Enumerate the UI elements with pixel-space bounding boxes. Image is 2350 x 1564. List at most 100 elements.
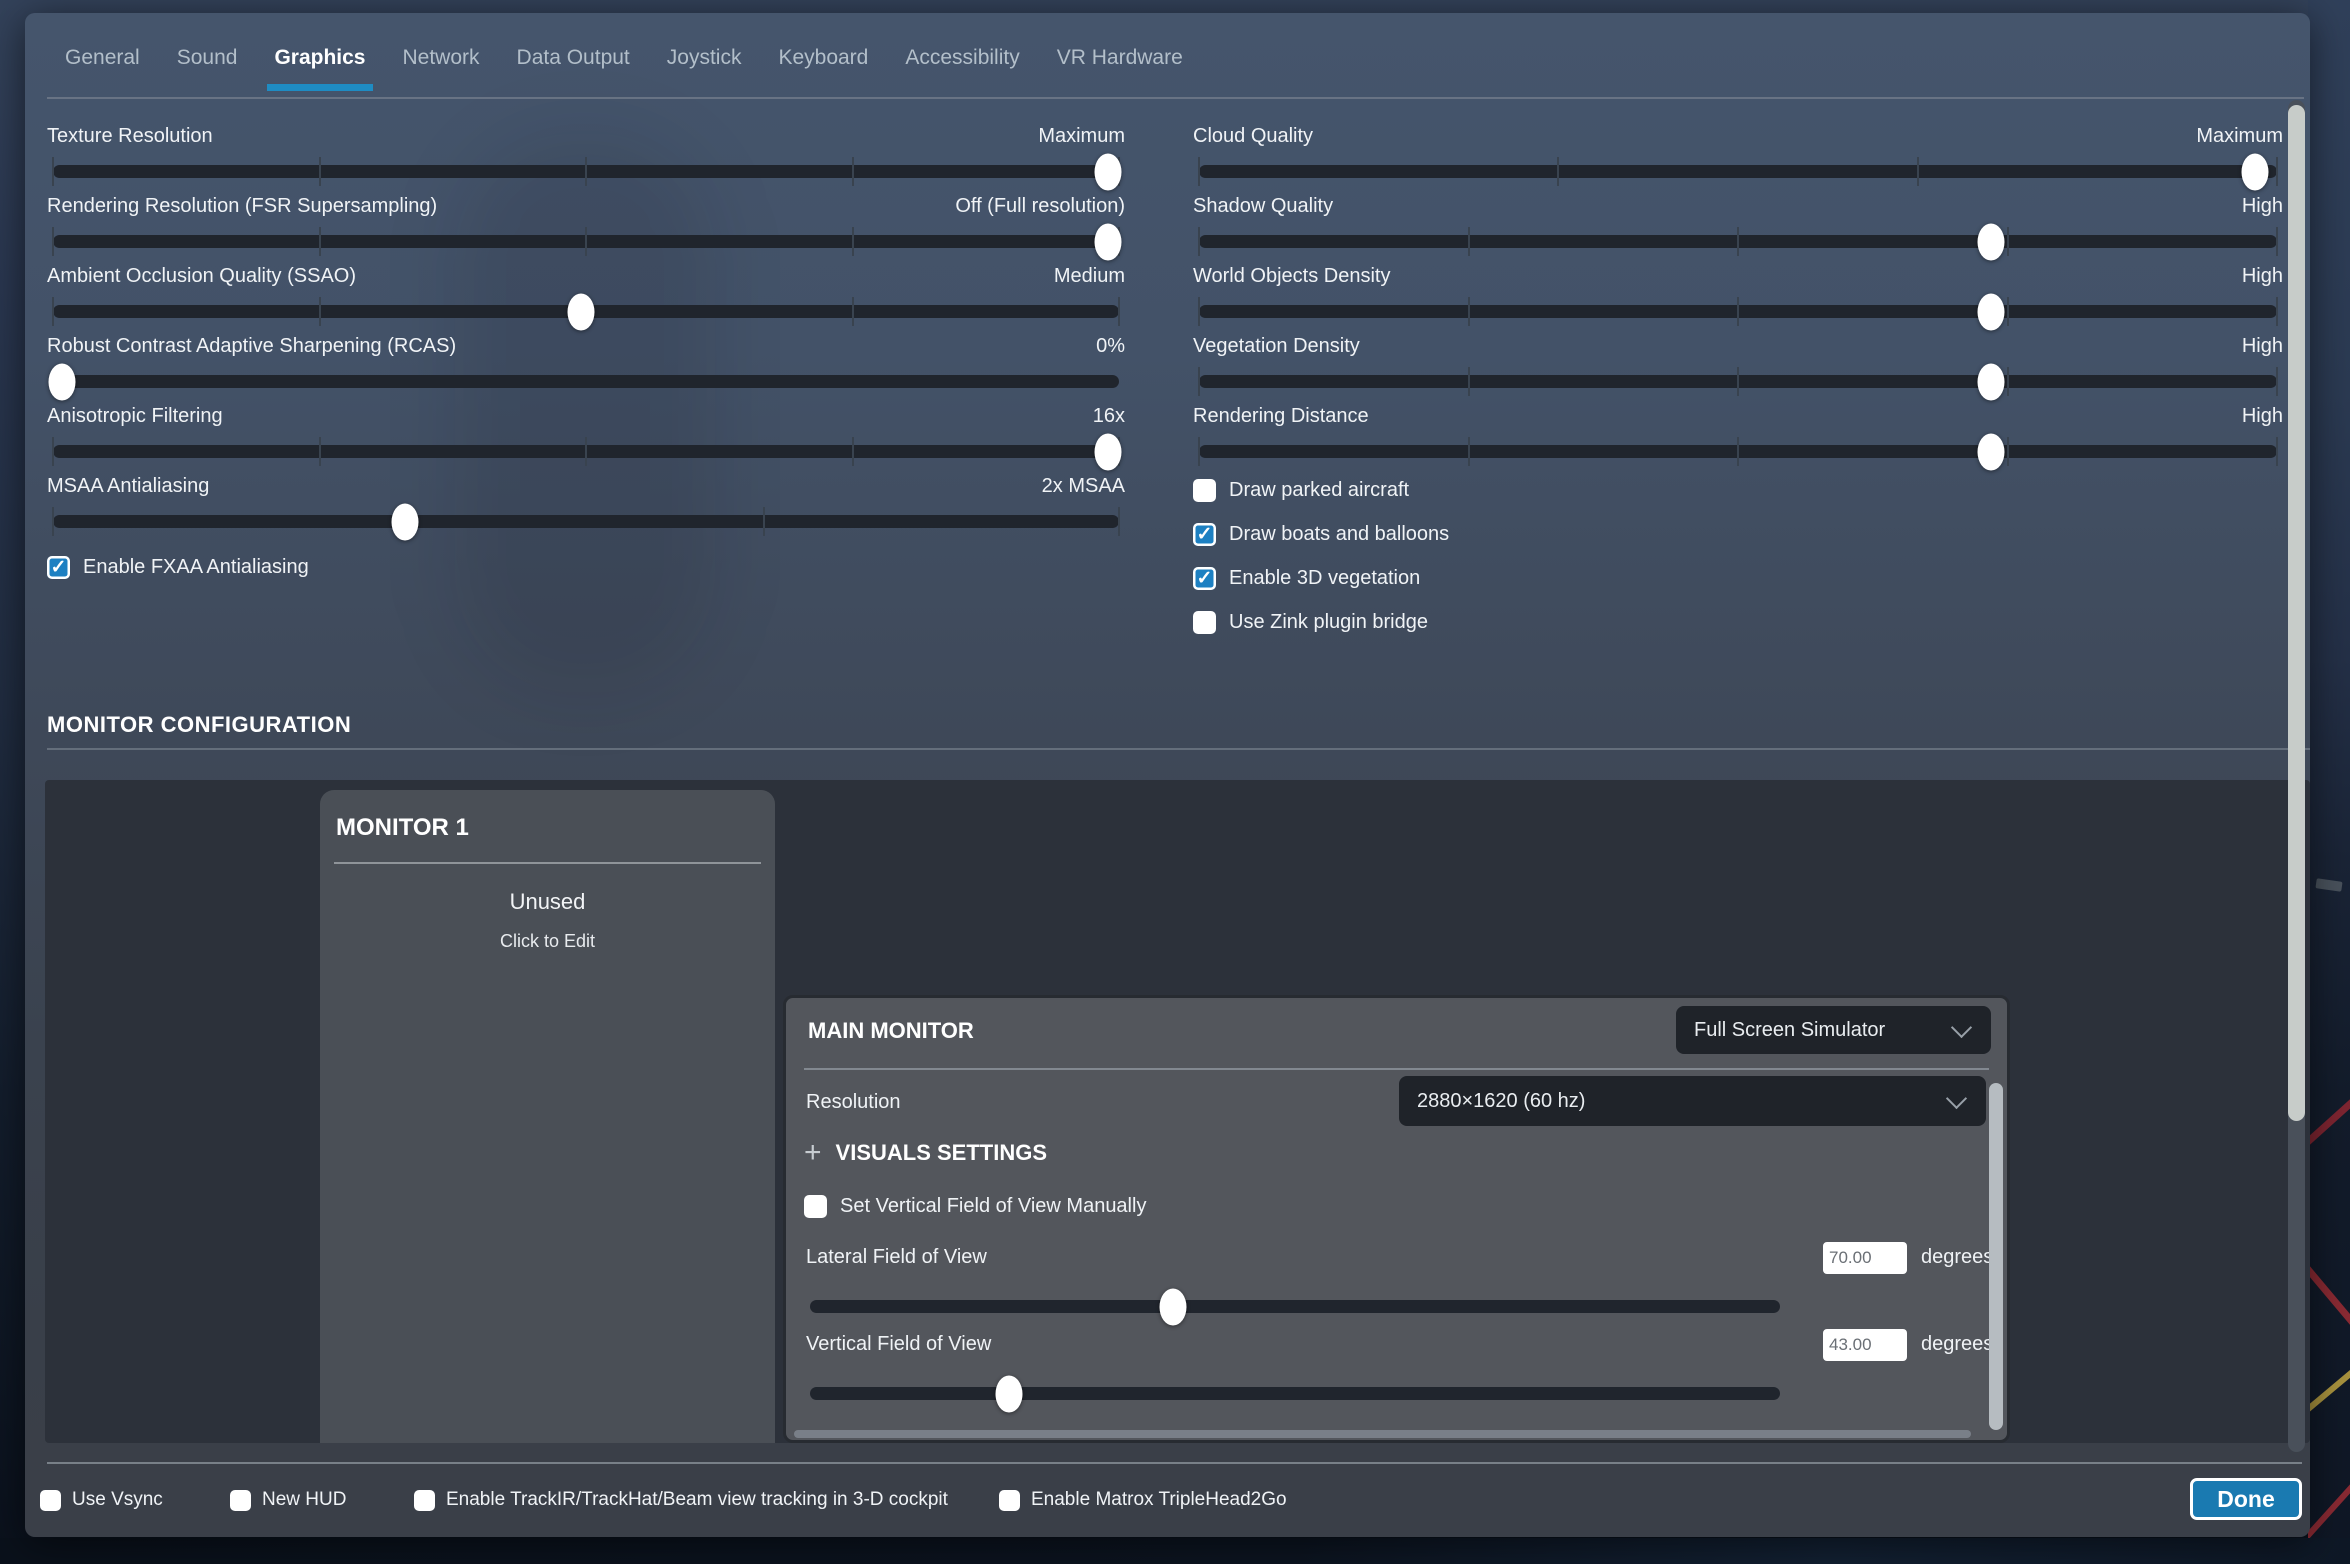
slider-thumb[interactable] xyxy=(48,363,75,400)
slider-tick xyxy=(2276,227,2278,256)
vertical-fov-input[interactable] xyxy=(1823,1329,1907,1361)
slider-row-anisotropic: Anisotropic Filtering 16x xyxy=(47,405,1125,465)
slider-thumb[interactable] xyxy=(1095,223,1122,260)
slider-thumb[interactable] xyxy=(1978,223,2005,260)
tab-vr-hardware[interactable]: VR Hardware xyxy=(1057,46,1183,91)
checkbox-use-vsync[interactable]: Use Vsync xyxy=(40,1485,163,1515)
main-monitor-title: MAIN MONITOR xyxy=(808,1018,974,1044)
checkbox[interactable] xyxy=(414,1490,435,1511)
tab-network[interactable]: Network xyxy=(403,46,480,91)
slider-thumb[interactable] xyxy=(1978,433,2005,470)
checkbox[interactable] xyxy=(47,556,70,579)
checkbox[interactable] xyxy=(1193,479,1216,502)
slider-row-texture-resolution: Texture Resolution Maximum xyxy=(47,125,1125,185)
tab-data-output[interactable]: Data Output xyxy=(517,46,630,91)
slider-row-msaa: MSAA Antialiasing 2x MSAA xyxy=(47,475,1125,535)
checkbox[interactable] xyxy=(230,1490,251,1511)
resolution-dropdown[interactable]: 2880×1620 (60 hz) xyxy=(1399,1076,1986,1126)
slider-value: 16x xyxy=(1093,405,1125,428)
slider-thumb[interactable] xyxy=(2242,153,2269,190)
lateral-fov-input[interactable] xyxy=(1823,1242,1907,1274)
checkbox-label: Draw boats and balloons xyxy=(1229,523,1449,546)
checkbox-label: Enable TrackIR/TrackHat/Beam view tracki… xyxy=(446,1489,948,1511)
slider-track[interactable] xyxy=(1199,445,2277,458)
dialog-scrollbar-thumb[interactable] xyxy=(2288,105,2305,1121)
slider-label: Texture Resolution xyxy=(47,125,213,148)
checkbox-label: Enable 3D vegetation xyxy=(1229,567,1420,590)
checkbox-matrox-triplehead2go[interactable]: Enable Matrox TripleHead2Go xyxy=(999,1485,1287,1515)
slider-value: 0% xyxy=(1096,335,1125,358)
checkbox[interactable] xyxy=(804,1195,827,1218)
tab-joystick[interactable]: Joystick xyxy=(667,46,742,91)
slider-track[interactable] xyxy=(1199,165,2277,178)
checkbox[interactable] xyxy=(999,1490,1020,1511)
slider-tick xyxy=(52,297,54,326)
slider-thumb[interactable] xyxy=(1978,293,2005,330)
slider-tick xyxy=(1198,157,1200,186)
slider-tick xyxy=(2276,157,2278,186)
slider-track[interactable] xyxy=(53,445,1119,458)
lateral-fov-track[interactable] xyxy=(810,1300,1780,1313)
slider-track[interactable] xyxy=(53,515,1119,528)
slider-row-rendering-resolution: Rendering Resolution (FSR Supersampling)… xyxy=(47,195,1125,255)
slider-value: High xyxy=(2242,335,2283,358)
checkbox-label: New HUD xyxy=(262,1489,346,1511)
slider-row-rcas: Robust Contrast Adaptive Sharpening (RCA… xyxy=(47,335,1125,395)
monitor-mode-dropdown[interactable]: Full Screen Simulator xyxy=(1676,1006,1991,1054)
slider-track[interactable] xyxy=(1199,305,2277,318)
slider-row-ssao: Ambient Occlusion Quality (SSAO) Medium xyxy=(47,265,1125,325)
dialog-scrollbar-track[interactable] xyxy=(2288,100,2305,1452)
slider-tick xyxy=(1198,297,1200,326)
checkbox-label: Enable Matrox TripleHead2Go xyxy=(1031,1489,1287,1511)
slider-tick xyxy=(2276,297,2278,326)
tab-general[interactable]: General xyxy=(65,46,140,91)
checkbox-new-hud[interactable]: New HUD xyxy=(230,1485,346,1515)
slider-thumb[interactable] xyxy=(1978,363,2005,400)
tab-sound[interactable]: Sound xyxy=(177,46,238,91)
checkbox-vfov-manual[interactable]: Set Vertical Field of View Manually xyxy=(804,1191,1146,1221)
monitor1-card[interactable]: MONITOR 1 Unused Click to Edit xyxy=(320,790,775,1443)
tab-graphics[interactable]: Graphics xyxy=(274,46,365,91)
lateral-fov-label: Lateral Field of View xyxy=(806,1246,987,1269)
checkbox-enable-3d-vegetation[interactable]: Enable 3D vegetation xyxy=(1193,563,2283,593)
slider-track[interactable] xyxy=(1199,375,2277,388)
checkbox-draw-parked-aircraft[interactable]: Draw parked aircraft xyxy=(1193,475,2283,505)
visuals-settings-header[interactable]: + VISUALS SETTINGS xyxy=(804,1138,1047,1168)
checkbox[interactable] xyxy=(1193,611,1216,634)
plus-icon[interactable]: + xyxy=(804,1138,822,1168)
checkbox-label: Use Zink plugin bridge xyxy=(1229,611,1428,634)
tab-accessibility[interactable]: Accessibility xyxy=(905,46,1019,91)
visuals-settings-label: VISUALS SETTINGS xyxy=(836,1140,1047,1166)
slider-thumb[interactable] xyxy=(1095,153,1122,190)
checkbox[interactable] xyxy=(40,1490,61,1511)
slider-thumb[interactable] xyxy=(1095,433,1122,470)
slider-thumb[interactable] xyxy=(567,293,594,330)
checkbox-draw-boats-balloons[interactable]: Draw boats and balloons xyxy=(1193,519,2283,549)
slider-thumb[interactable] xyxy=(1159,1288,1186,1325)
checkbox-use-zink[interactable]: Use Zink plugin bridge xyxy=(1193,607,2283,637)
checkbox[interactable] xyxy=(1193,567,1216,590)
checkbox[interactable] xyxy=(1193,523,1216,546)
tab-keyboard[interactable]: Keyboard xyxy=(778,46,868,91)
slider-track[interactable] xyxy=(53,165,1119,178)
slider-thumb[interactable] xyxy=(391,503,418,540)
vertical-fov-track[interactable] xyxy=(810,1387,1780,1400)
main-monitor-horizontal-scrollbar[interactable] xyxy=(794,1430,1971,1438)
slider-value: Maximum xyxy=(2196,125,2283,148)
slider-track[interactable] xyxy=(53,235,1119,248)
slider-tick xyxy=(852,157,854,186)
checkbox-label: Set Vertical Field of View Manually xyxy=(840,1195,1146,1218)
slider-tick xyxy=(52,507,54,536)
slider-tick xyxy=(585,227,587,256)
slider-track[interactable] xyxy=(53,375,1119,388)
slider-track[interactable] xyxy=(53,305,1119,318)
done-button[interactable]: Done xyxy=(2190,1478,2302,1520)
slider-thumb[interactable] xyxy=(995,1375,1022,1412)
checkbox-enable-fxaa[interactable]: Enable FXAA Antialiasing xyxy=(47,552,1125,582)
slider-tick xyxy=(852,227,854,256)
slider-tick xyxy=(2007,227,2009,256)
slider-track[interactable] xyxy=(1199,235,2277,248)
main-monitor-vertical-scrollbar[interactable] xyxy=(1989,1083,2003,1430)
checkbox-trackir[interactable]: Enable TrackIR/TrackHat/Beam view tracki… xyxy=(414,1485,948,1515)
background-scene-right xyxy=(2308,0,2350,1564)
